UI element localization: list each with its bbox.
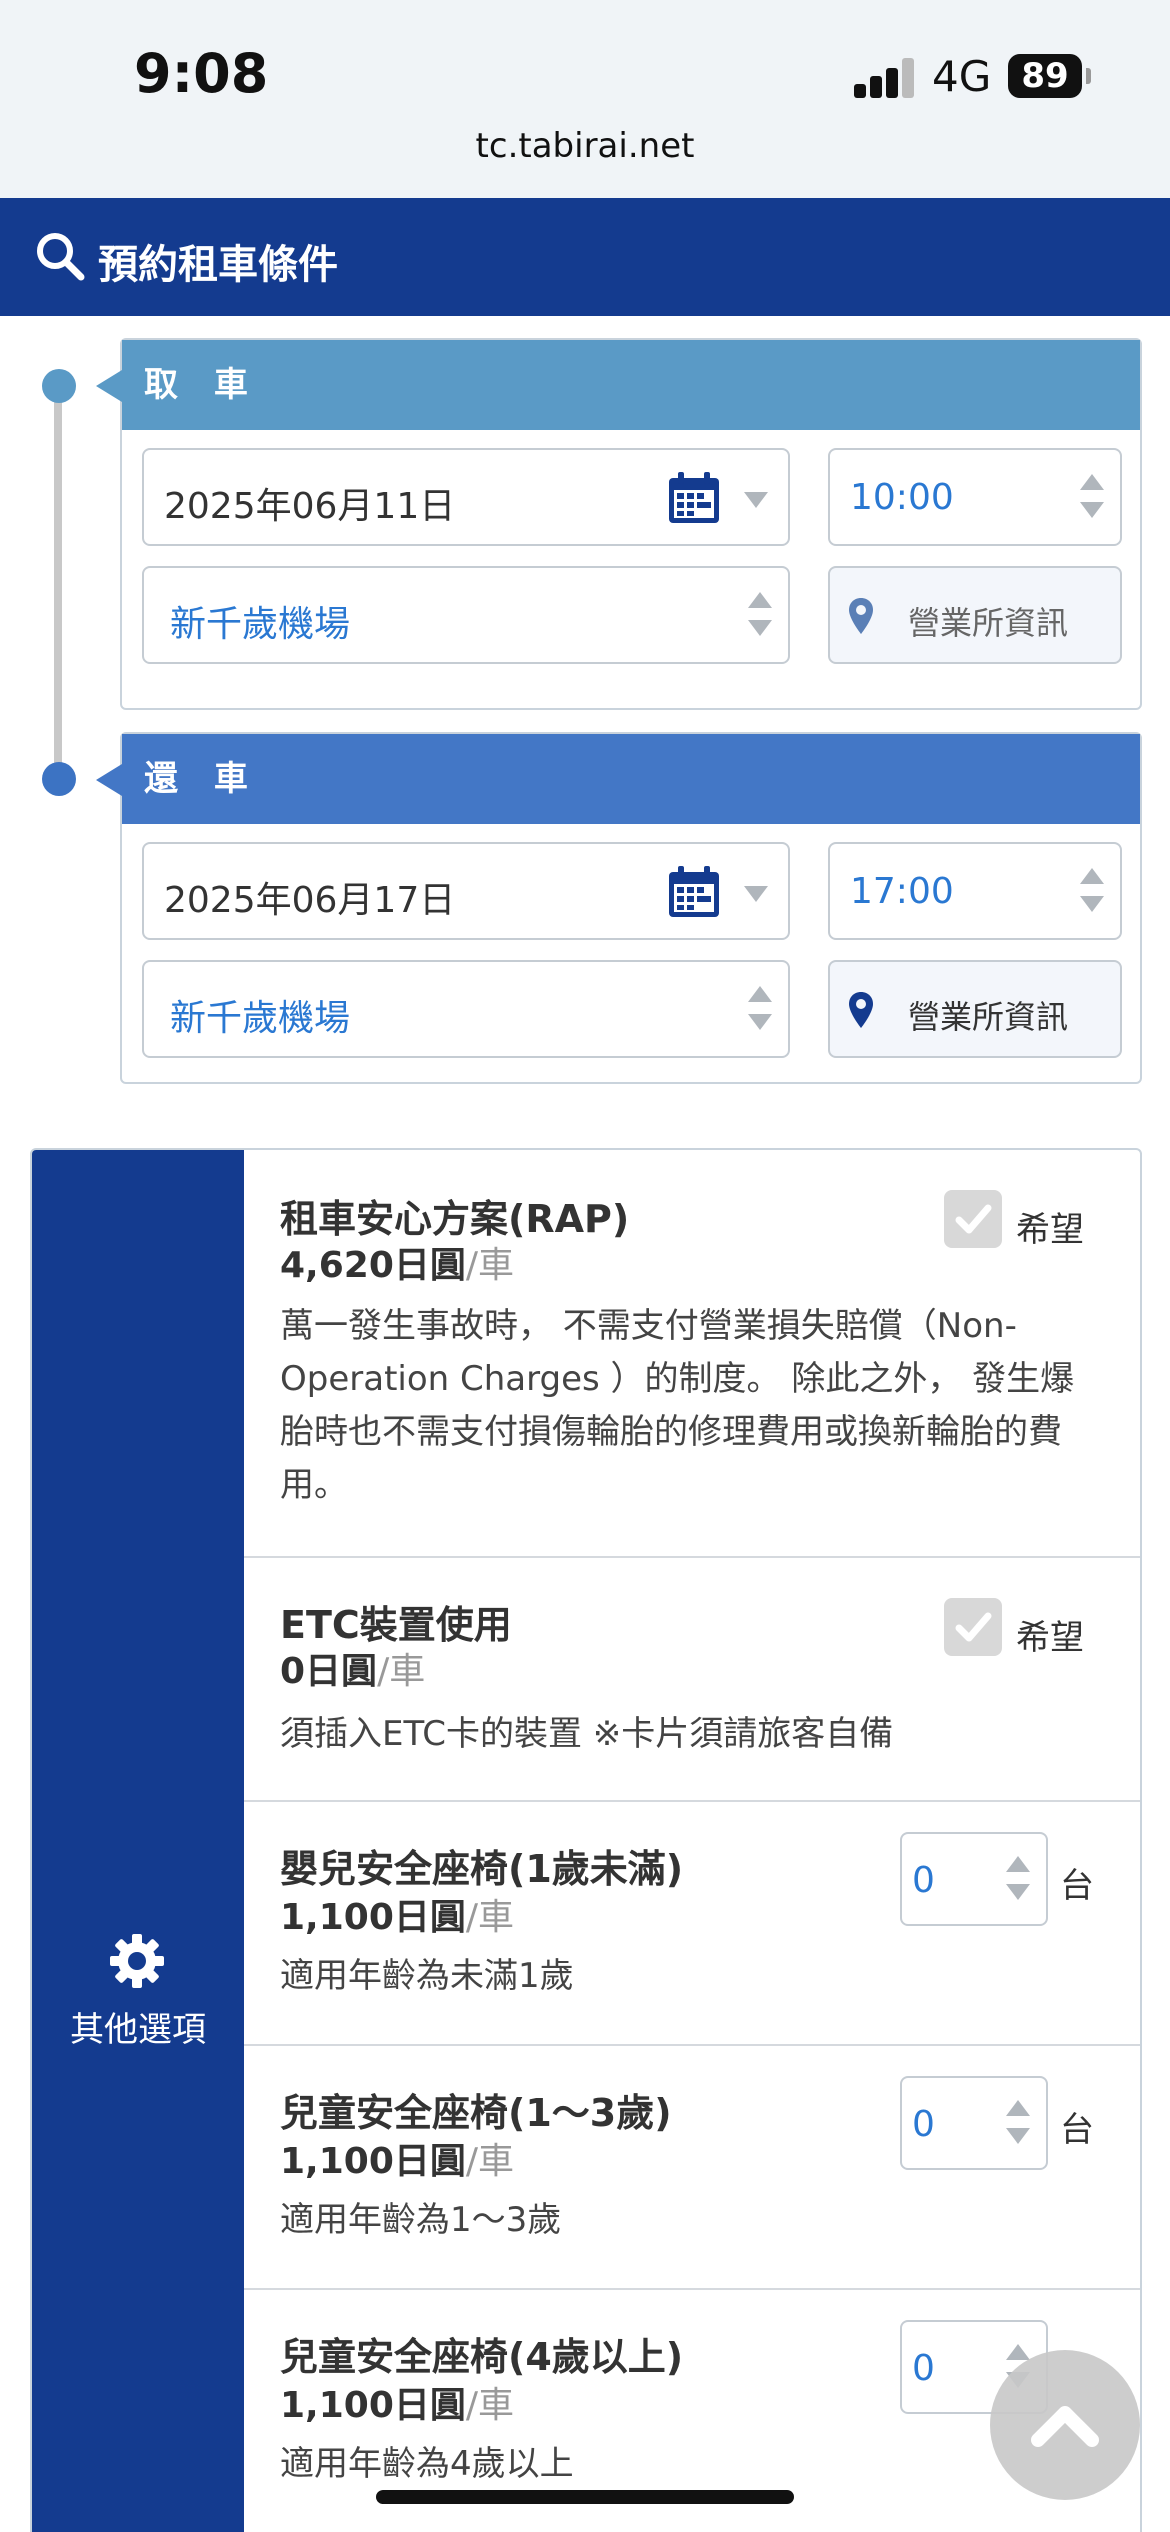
map-pin-icon bbox=[849, 598, 873, 634]
option-name: 嬰兒安全座椅(1歲未滿) bbox=[280, 1847, 684, 1891]
status-time: 9:08 bbox=[134, 42, 269, 105]
etc-checkbox-label: 希望 bbox=[1016, 1618, 1084, 1658]
check-icon bbox=[955, 1612, 992, 1642]
timeline-dot-pickup bbox=[42, 369, 76, 403]
options-panel: 其他選項 租車安心方案(RAP) 4,620日圓/車 萬一發生事故時， 不需支付… bbox=[30, 1148, 1142, 2532]
qty-unit-label: 台 bbox=[1060, 1866, 1094, 1906]
option-name: ETC裝置使用 bbox=[280, 1603, 512, 1647]
qty-value: 0 bbox=[912, 2348, 935, 2389]
network-type: 4G bbox=[932, 52, 992, 101]
updown-arrow-icon bbox=[1080, 868, 1104, 916]
pickup-date-value: 2025年06月11日 bbox=[164, 486, 456, 527]
qty-value: 0 bbox=[912, 2104, 935, 2145]
updown-arrow-icon bbox=[748, 592, 772, 640]
map-pin-icon bbox=[849, 992, 873, 1028]
pickup-time-value: 10:00 bbox=[850, 477, 954, 518]
chevron-down-icon bbox=[744, 886, 768, 902]
updown-arrow-icon bbox=[748, 986, 772, 1034]
options-section-label: 其他選項 bbox=[70, 2010, 206, 2050]
pickup-office-info-label: 營業所資訊 bbox=[908, 604, 1069, 642]
option-price: 1,100日圓/車 bbox=[280, 1897, 515, 1938]
option-name: 兒童安全座椅(4歲以上) bbox=[280, 2335, 684, 2379]
option-price: 1,100日圓/車 bbox=[280, 2141, 515, 2182]
page-header: 預約租車條件 bbox=[0, 198, 1170, 316]
return-location-value: 新千歲機場 bbox=[170, 998, 351, 1039]
option-description: 適用年齡為未滿1歲 bbox=[280, 1956, 574, 1996]
updown-arrow-icon bbox=[1006, 1856, 1030, 1904]
pickup-heading: 取 車 bbox=[122, 340, 1140, 430]
pickup-location-value: 新千歲機場 bbox=[170, 604, 351, 645]
qty-unit-label: 台 bbox=[1060, 2110, 1094, 2150]
battery-tip bbox=[1086, 68, 1091, 84]
pickup-notch bbox=[96, 370, 122, 402]
return-location-select[interactable]: 新千歲機場 bbox=[142, 960, 790, 1058]
calendar-icon bbox=[669, 472, 719, 523]
url-bar[interactable]: tc.tabirai.net bbox=[0, 126, 1170, 166]
pickup-location-select[interactable]: 新千歲機場 bbox=[142, 566, 790, 664]
option-description: 適用年齡為1〜3歲 bbox=[280, 2200, 562, 2240]
timeline-dot-return bbox=[42, 762, 76, 796]
updown-arrow-icon bbox=[1080, 474, 1104, 522]
option-name: 兒童安全座椅(1〜3歲) bbox=[280, 2091, 672, 2135]
chevron-up-icon bbox=[1031, 2406, 1099, 2447]
option-description: 須插入ETC卡的裝置 ※卡片須請旅客自備 bbox=[280, 1714, 894, 1754]
child-seat-1-3-qty-stepper[interactable]: 0 bbox=[900, 2076, 1048, 2170]
option-name: 租車安心方案(RAP) bbox=[280, 1197, 630, 1241]
option-row-child-seat-1-3: 兒童安全座椅(1〜3歲) 1,100日圓/車 適用年齡為1〜3歲 0 台 bbox=[244, 2046, 1140, 2290]
search-icon bbox=[37, 233, 85, 281]
option-description: 萬一發生事故時， 不需支付營業損失賠償（Non-Operation Charge… bbox=[280, 1306, 1075, 1505]
home-indicator bbox=[376, 2490, 794, 2504]
pickup-office-info-button[interactable]: 營業所資訊 bbox=[828, 566, 1122, 664]
battery-icon: 89 bbox=[1008, 54, 1082, 98]
pickup-date-select[interactable]: 2025年06月11日 bbox=[142, 448, 790, 546]
option-price: 0日圓/車 bbox=[280, 1651, 426, 1692]
infant-seat-qty-stepper[interactable]: 0 bbox=[900, 1832, 1048, 1926]
gear-icon bbox=[110, 1934, 164, 1988]
timeline-line bbox=[54, 386, 62, 780]
option-price: 1,100日圓/車 bbox=[280, 2385, 515, 2426]
rap-checkbox[interactable] bbox=[944, 1190, 1002, 1248]
return-time-value: 17:00 bbox=[850, 871, 954, 912]
qty-value: 0 bbox=[912, 1860, 935, 1901]
scroll-to-top-button[interactable] bbox=[990, 2350, 1140, 2500]
etc-checkbox[interactable] bbox=[944, 1598, 1002, 1656]
page-title: 預約租車條件 bbox=[98, 242, 338, 288]
chevron-down-icon bbox=[744, 492, 768, 508]
browser-top: 9:08 4G 89 tc.tabirai.net bbox=[0, 0, 1170, 198]
pickup-card: 取 車 2025年06月11日 10:00 新千歲機場 營業所資訊 bbox=[96, 338, 1142, 710]
return-date-value: 2025年06月17日 bbox=[164, 880, 456, 921]
return-office-info-label: 營業所資訊 bbox=[908, 998, 1069, 1036]
option-row-etc: ETC裝置使用 0日圓/車 須插入ETC卡的裝置 ※卡片須請旅客自備 希望 bbox=[244, 1558, 1140, 1802]
options-sidebar: 其他選項 bbox=[32, 1150, 244, 2532]
pickup-time-select[interactable]: 10:00 bbox=[828, 448, 1122, 546]
updown-arrow-icon bbox=[1006, 2100, 1030, 2148]
return-date-select[interactable]: 2025年06月17日 bbox=[142, 842, 790, 940]
option-price: 4,620日圓/車 bbox=[280, 1245, 515, 1286]
return-card: 還 車 2025年06月17日 17:00 新千歲機場 營業所資訊 bbox=[96, 732, 1142, 1084]
return-notch bbox=[96, 764, 122, 796]
return-heading: 還 車 bbox=[122, 734, 1140, 824]
option-description: 適用年齡為4歲以上 bbox=[280, 2444, 574, 2484]
return-time-select[interactable]: 17:00 bbox=[828, 842, 1122, 940]
rap-checkbox-label: 希望 bbox=[1016, 1210, 1084, 1250]
return-office-info-button[interactable]: 營業所資訊 bbox=[828, 960, 1122, 1058]
check-icon bbox=[955, 1204, 992, 1234]
signal-icon bbox=[854, 58, 916, 98]
option-row-rap: 租車安心方案(RAP) 4,620日圓/車 萬一發生事故時， 不需支付營業損失賠… bbox=[244, 1150, 1140, 1558]
calendar-icon bbox=[669, 866, 719, 917]
option-row-infant-seat: 嬰兒安全座椅(1歲未滿) 1,100日圓/車 適用年齡為未滿1歲 0 台 bbox=[244, 1802, 1140, 2046]
